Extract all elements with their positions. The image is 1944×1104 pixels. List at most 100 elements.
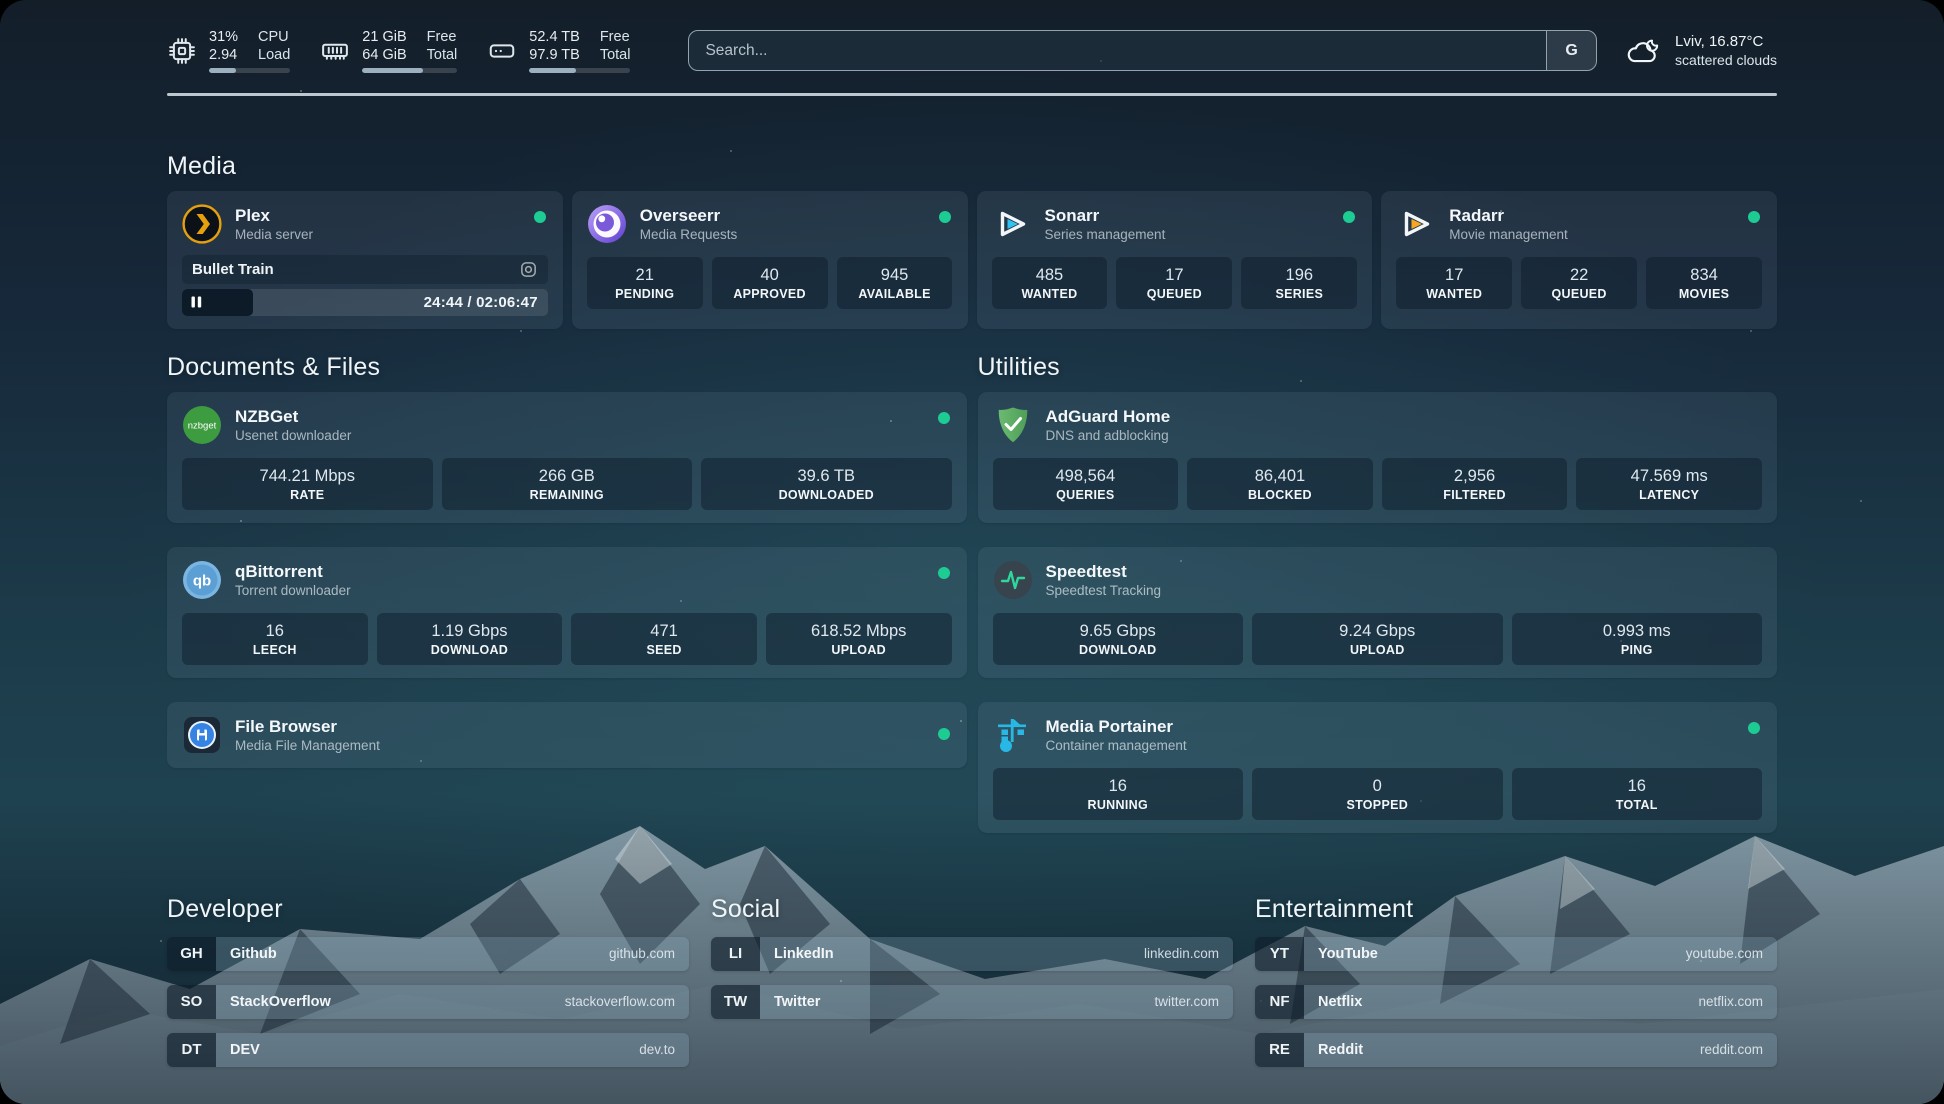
disk-widget: 52.4 TB Free 97.9 TB Total (487, 28, 630, 73)
stat-label: LATENCY (1580, 487, 1758, 503)
stat-label: QUEUED (1525, 286, 1633, 302)
dashboard-screen: 31% CPU 2.94 Load (0, 0, 1944, 1104)
stat-label: AVAILABLE (841, 286, 949, 302)
cpu-icon (167, 36, 197, 66)
stat-box: 1.19 Gbps DOWNLOAD (377, 613, 563, 665)
service-subtitle: DNS and adblocking (1046, 427, 1171, 444)
bookmark-name: LinkedIn (774, 946, 1144, 962)
service-card-adguard[interactable]: AdGuard Home DNS and adblocking 498,564 … (978, 392, 1778, 523)
stat-box: 86,401 BLOCKED (1187, 458, 1373, 510)
stat-label: MOVIES (1650, 286, 1758, 302)
service-card-sonarr[interactable]: Sonarr Series management 485 WANTED 17 Q… (977, 191, 1373, 329)
service-name: AdGuard Home (1046, 406, 1171, 427)
stat-box: 0 STOPPED (1252, 768, 1503, 820)
service-subtitle: Media File Management (235, 737, 380, 754)
stat-label: TOTAL (1516, 797, 1759, 813)
stat-box: 0.993 ms PING (1512, 613, 1763, 665)
cpu-usage-value: 31% (209, 28, 238, 46)
bookmark-dev[interactable]: DT DEVdev.to (167, 1033, 689, 1067)
bookmark-netflix[interactable]: NF Netflixnetflix.com (1255, 985, 1777, 1019)
service-card-overseerr[interactable]: Overseerr Media Requests 21 PENDING 40 A… (572, 191, 968, 329)
stat-value: 16 (997, 776, 1240, 797)
stat-label: UPLOAD (770, 642, 948, 658)
entertainment-group-title: Entertainment (1255, 895, 1777, 924)
bookmark-abbr: TW (711, 985, 760, 1019)
stat-label: QUEUED (1120, 286, 1228, 302)
radarr-icon (1396, 204, 1436, 244)
status-dot (938, 412, 950, 424)
service-card-portainer[interactable]: Media Portainer Container management 16 … (978, 702, 1778, 833)
disk-label-2: Total (600, 46, 631, 64)
stat-box: 196 SERIES (1241, 257, 1357, 309)
stat-label: STOPPED (1256, 797, 1499, 813)
bookmark-linkedin[interactable]: LI LinkedInlinkedin.com (711, 937, 1233, 971)
cpu-load-value: 2.94 (209, 46, 238, 64)
stat-value: 16 (1516, 776, 1759, 797)
service-card-speedtest[interactable]: Speedtest Speedtest Tracking 9.65 Gbps D… (978, 547, 1778, 678)
bookmark-reddit[interactable]: RE Redditreddit.com (1255, 1033, 1777, 1067)
stat-box: 834 MOVIES (1646, 257, 1762, 309)
search-input[interactable] (689, 31, 1546, 70)
stat-value: 22 (1525, 265, 1633, 286)
bookmark-url: github.com (609, 946, 675, 961)
cpu-label-2: Load (258, 46, 290, 64)
bookmark-group-social: Social LI LinkedInlinkedin.com TW Twitte… (711, 895, 1233, 1067)
stat-box: 17 WANTED (1396, 257, 1512, 309)
service-name: NZBGet (235, 406, 351, 427)
service-card-nzbget[interactable]: nzbget NZBGet Usenet downloader 744.21 M… (167, 392, 967, 523)
bookmark-youtube[interactable]: YT YouTubeyoutube.com (1255, 937, 1777, 971)
pause-icon[interactable] (191, 296, 202, 308)
cpu-widget: 31% CPU 2.94 Load (167, 28, 290, 73)
weather-location-temp: Lviv, 16.87°C (1675, 32, 1777, 51)
stat-label: DOWNLOAD (381, 642, 559, 658)
stat-box: 618.52 Mbps UPLOAD (766, 613, 952, 665)
portainer-icon (993, 715, 1033, 755)
service-card-radarr[interactable]: Radarr Movie management 17 WANTED 22 QUE… (1381, 191, 1777, 329)
view-media-icon[interactable] (519, 260, 538, 279)
bookmark-url: stackoverflow.com (565, 994, 675, 1009)
bookmark-name: Github (230, 946, 609, 962)
disk-label-1: Free (600, 28, 631, 46)
sonarr-icon (992, 204, 1032, 244)
memory-progress-fill (362, 68, 423, 73)
stat-label: WANTED (996, 286, 1104, 302)
bookmark-name: Reddit (1318, 1042, 1700, 1058)
service-subtitle: Movie management (1449, 226, 1568, 243)
bookmark-twitter[interactable]: TW Twittertwitter.com (711, 985, 1233, 1019)
bookmark-stackoverflow[interactable]: SO StackOverflowstackoverflow.com (167, 985, 689, 1019)
search-provider-button[interactable]: G (1546, 31, 1596, 70)
bookmark-group-developer: Developer GH Githubgithub.com SO StackOv… (167, 895, 689, 1067)
cpu-progress-fill (209, 68, 236, 73)
bookmark-abbr: RE (1255, 1033, 1304, 1067)
stat-value: 16 (186, 621, 364, 642)
status-dot (534, 211, 546, 223)
bookmark-abbr: LI (711, 937, 760, 971)
utilities-section-title: Utilities (978, 353, 1778, 382)
stat-value: 834 (1650, 265, 1758, 286)
stat-box: 945 AVAILABLE (837, 257, 953, 309)
stat-box: 16 RUNNING (993, 768, 1244, 820)
stat-value: 266 GB (446, 466, 689, 487)
playback-played (182, 289, 253, 316)
stat-box: 16 LEECH (182, 613, 368, 665)
service-name: File Browser (235, 716, 380, 737)
stat-value: 40 (716, 265, 824, 286)
service-card-filebrowser[interactable]: File Browser Media File Management (167, 702, 967, 768)
stat-label: REMAINING (446, 487, 689, 503)
top-bar: 31% CPU 2.94 Load (167, 0, 1777, 73)
memory-free-value: 21 GiB (362, 28, 406, 46)
stat-box: 39.6 TB DOWNLOADED (701, 458, 952, 510)
search-box: G (688, 30, 1597, 71)
stat-value: 1.19 Gbps (381, 621, 559, 642)
service-name: Overseerr (640, 205, 738, 226)
bookmark-github[interactable]: GH Githubgithub.com (167, 937, 689, 971)
cpu-progress-bar (209, 68, 290, 73)
svg-text:qb: qb (193, 572, 211, 589)
service-card-plex[interactable]: Plex Media server Bullet Train (167, 191, 563, 329)
bookmark-abbr: SO (167, 985, 216, 1019)
service-card-qbittorrent[interactable]: qb qBittorrent Torrent downloader 16 (167, 547, 967, 678)
service-name: Radarr (1449, 205, 1568, 226)
stat-value: 0.993 ms (1516, 621, 1759, 642)
adguard-icon (993, 405, 1033, 445)
memory-label-2: Total (427, 46, 458, 64)
